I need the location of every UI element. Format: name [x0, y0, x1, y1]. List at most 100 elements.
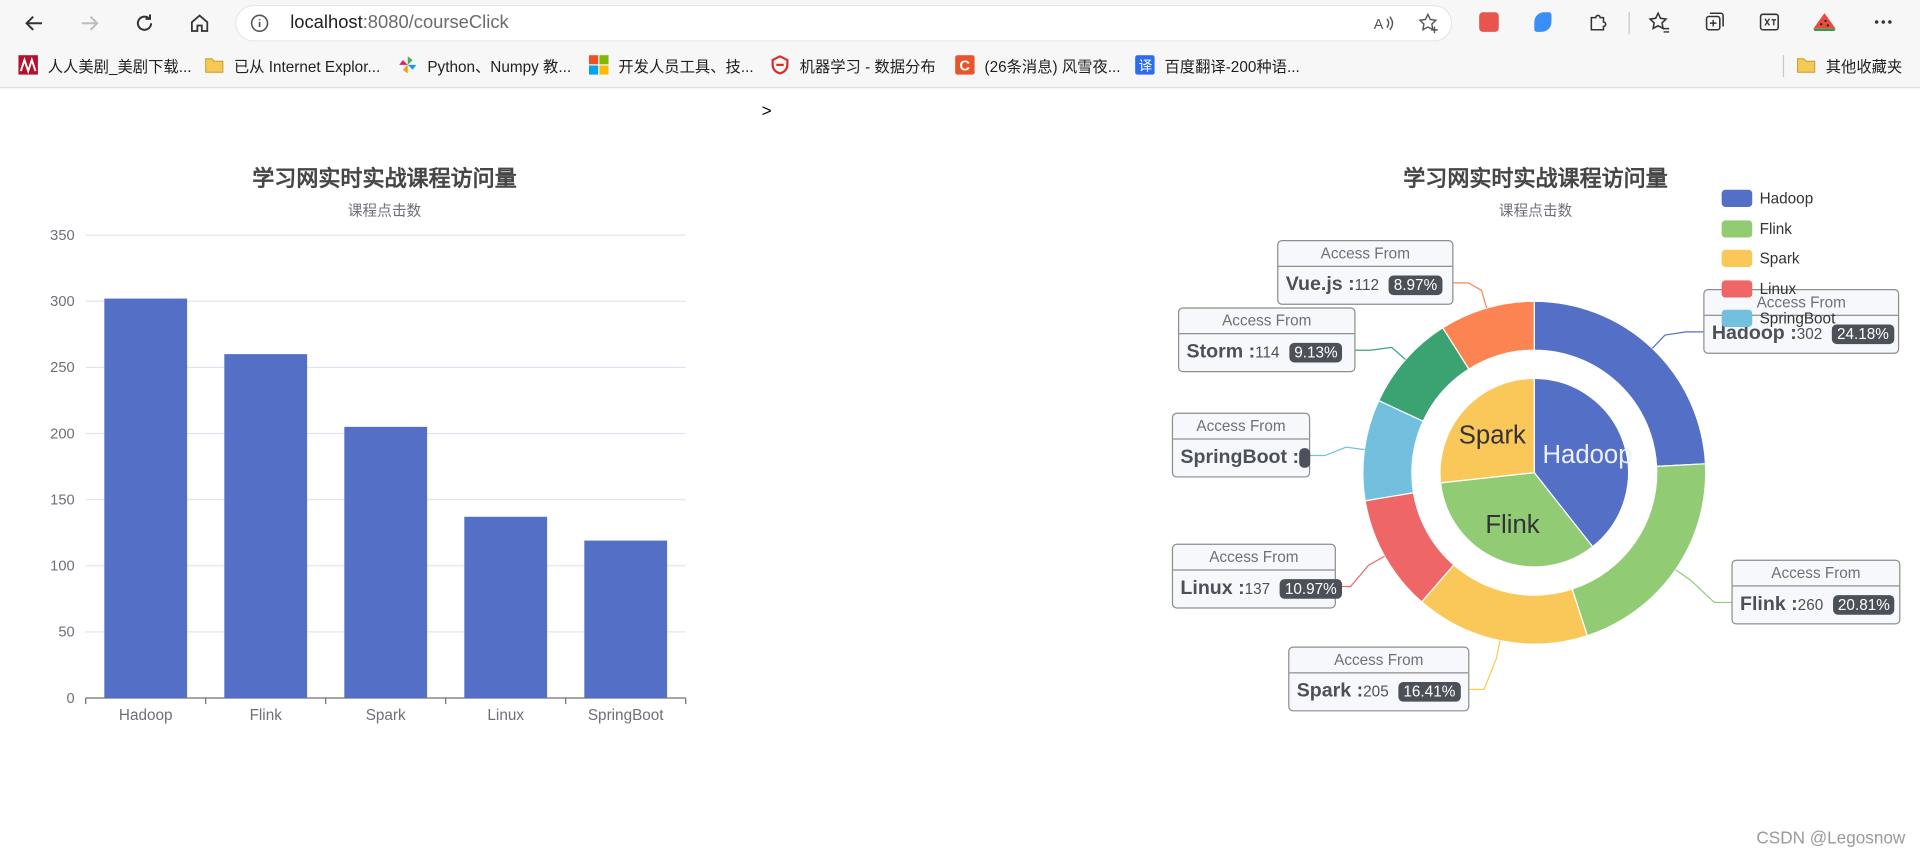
- y-tick-label: 350: [50, 228, 75, 244]
- leader-line: [1451, 282, 1488, 309]
- pie-chart-title: 学习网实时实战课程访问量: [1403, 166, 1668, 192]
- y-tick-label: 0: [67, 691, 75, 707]
- bookmark-label: (26条消息) 风雪夜...: [984, 58, 1121, 76]
- callout-percent-badge: 16.41%: [1398, 682, 1461, 702]
- bar-spark[interactable]: [344, 426, 428, 698]
- y-tick-label: 100: [50, 559, 75, 575]
- bookmarks-divider: [1782, 55, 1785, 78]
- callout-header: Access From: [1289, 648, 1469, 674]
- svg-text:译: 译: [1139, 58, 1153, 73]
- callout-percent-badge: 10.97%: [1279, 579, 1342, 599]
- callout-header: Access From: [1173, 545, 1335, 571]
- callout-header: Access From: [1278, 241, 1453, 267]
- legend-label: Linux: [1759, 280, 1797, 298]
- callout-body: Spark :205 16.41%: [1289, 673, 1468, 710]
- legend-swatch: [1721, 220, 1753, 238]
- bookmark-label: 机器学习 - 数据分布: [799, 58, 936, 76]
- read-aloud-icon[interactable]: A: [1373, 12, 1395, 34]
- inner-label-flink: Flink: [1485, 511, 1539, 539]
- extension-red-icon[interactable]: [1477, 10, 1501, 34]
- x-tick-label: Hadoop: [119, 707, 173, 724]
- callout-name: Vue.js :: [1285, 274, 1355, 296]
- bookmark-label: 百度翻译-200种语...: [1164, 58, 1300, 76]
- callout-name: Spark :: [1296, 680, 1364, 702]
- callout-header: Access From: [1732, 561, 1900, 587]
- more-menu-icon[interactable]: [1871, 10, 1895, 34]
- callout-percent-badge: 20.81%: [1833, 595, 1895, 615]
- callout-body: Storm :114 9.13%: [1179, 334, 1354, 371]
- translate-icon: 译: [1135, 55, 1155, 75]
- legend-swatch: [1721, 189, 1753, 207]
- leader-line: [1675, 569, 1732, 604]
- callout-percent-badge: [1299, 448, 1311, 468]
- legend-item-springboot[interactable]: SpringBoot: [1721, 309, 1836, 329]
- csdn-icon: C: [955, 55, 975, 75]
- legend-label: Hadoop: [1759, 189, 1814, 207]
- callout-body: Vue.js :112 8.97%: [1278, 267, 1452, 304]
- callout-linux: Access From Linux :137 10.97%: [1171, 543, 1342, 609]
- extension-blue-icon[interactable]: [1531, 10, 1555, 34]
- callout-header: Access From: [1179, 309, 1355, 335]
- pie-chart-subtitle: 课程点击数: [1498, 202, 1573, 220]
- leader-line: [1353, 346, 1406, 360]
- callout-name: Flink :: [1740, 593, 1798, 615]
- watermark: CSDN @Legosnow: [1756, 827, 1906, 848]
- add-favorite-icon[interactable]: [1418, 12, 1440, 34]
- legend-item-linux[interactable]: Linux: [1721, 279, 1797, 299]
- bookmark-item[interactable]: C (26条消息) 风雪夜...: [955, 54, 1121, 76]
- toolbar-divider: [1628, 12, 1630, 35]
- watermelon-extension-icon[interactable]: [1812, 10, 1836, 34]
- shield-logo-icon: [771, 55, 789, 75]
- x-tick-label: SpringBoot: [588, 707, 664, 724]
- bar-hadoop[interactable]: [104, 298, 188, 698]
- bar-chart: 0 50 100 150 200 250 300 350 Hadoop Flink Spark Lin…: [50, 228, 687, 724]
- bar-linux[interactable]: [464, 516, 548, 698]
- callout-value: 260: [1797, 596, 1824, 614]
- outer-slice-spark[interactable]: [1420, 564, 1589, 645]
- translate-extension-icon[interactable]: [1757, 10, 1781, 34]
- callout-flink: Access From Flink :260 20.81%: [1731, 559, 1901, 625]
- bookmark-item[interactable]: 译 百度翻译-200种语...: [1135, 54, 1300, 76]
- callout-value: 205: [1363, 683, 1389, 701]
- y-tick-label: 150: [50, 492, 75, 508]
- callout-value: 302: [1796, 325, 1823, 343]
- callout-springboot: Access From SpringBoot :: [1171, 412, 1311, 478]
- callout-body: SpringBoot :: [1173, 440, 1311, 477]
- bar-springboot[interactable]: [584, 540, 668, 698]
- legend-swatch: [1721, 280, 1753, 298]
- favorites-icon[interactable]: [1647, 10, 1671, 34]
- callout-header: Access From: [1173, 414, 1309, 440]
- other-bookmarks-label: 其他收藏夹: [1825, 58, 1903, 76]
- extensions-puzzle-icon[interactable]: [1586, 10, 1610, 34]
- callout-percent-badge: 9.13%: [1289, 342, 1343, 363]
- callout-body: Flink :260 20.81%: [1733, 587, 1900, 624]
- callout-body: Linux :137 10.97%: [1173, 571, 1342, 608]
- inner-label-spark: Spark: [1459, 422, 1526, 450]
- callout-value: 114: [1255, 344, 1280, 362]
- inner-label-hadoop: Hadoop: [1542, 441, 1632, 469]
- collections-icon[interactable]: [1702, 10, 1726, 34]
- x-tick-label: Flink: [250, 707, 283, 724]
- leader-line: [1307, 446, 1365, 457]
- legend-label: SpringBoot: [1759, 309, 1836, 327]
- y-tick-label: 200: [50, 426, 75, 442]
- other-bookmarks-folder[interactable]: 其他收藏夹: [1796, 54, 1902, 76]
- callout-spark: Access From Spark :205 16.41%: [1288, 646, 1470, 712]
- callout-vuejs: Access From Vue.js :112 8.97%: [1277, 240, 1454, 305]
- bar-flink[interactable]: [224, 354, 308, 698]
- callout-percent-badge: 24.18%: [1832, 324, 1894, 345]
- legend-label: Flink: [1759, 220, 1792, 238]
- bookmark-item[interactable]: 机器学习 - 数据分布: [770, 54, 936, 76]
- y-tick-label: 250: [50, 360, 75, 376]
- legend-label: Spark: [1759, 249, 1800, 267]
- legend-item-spark[interactable]: Spark: [1721, 249, 1800, 269]
- legend-item-hadoop[interactable]: Hadoop: [1721, 189, 1814, 209]
- svg-text:A: A: [1374, 17, 1384, 33]
- legend-swatch: [1721, 249, 1753, 267]
- callout-percent-badge: 8.97%: [1388, 275, 1443, 296]
- y-tick-label: 50: [58, 625, 74, 641]
- legend-item-flink[interactable]: Flink: [1721, 219, 1792, 239]
- callout-value: 112: [1354, 276, 1380, 294]
- x-tick-label: Linux: [487, 707, 524, 724]
- y-tick-label: 300: [50, 294, 75, 310]
